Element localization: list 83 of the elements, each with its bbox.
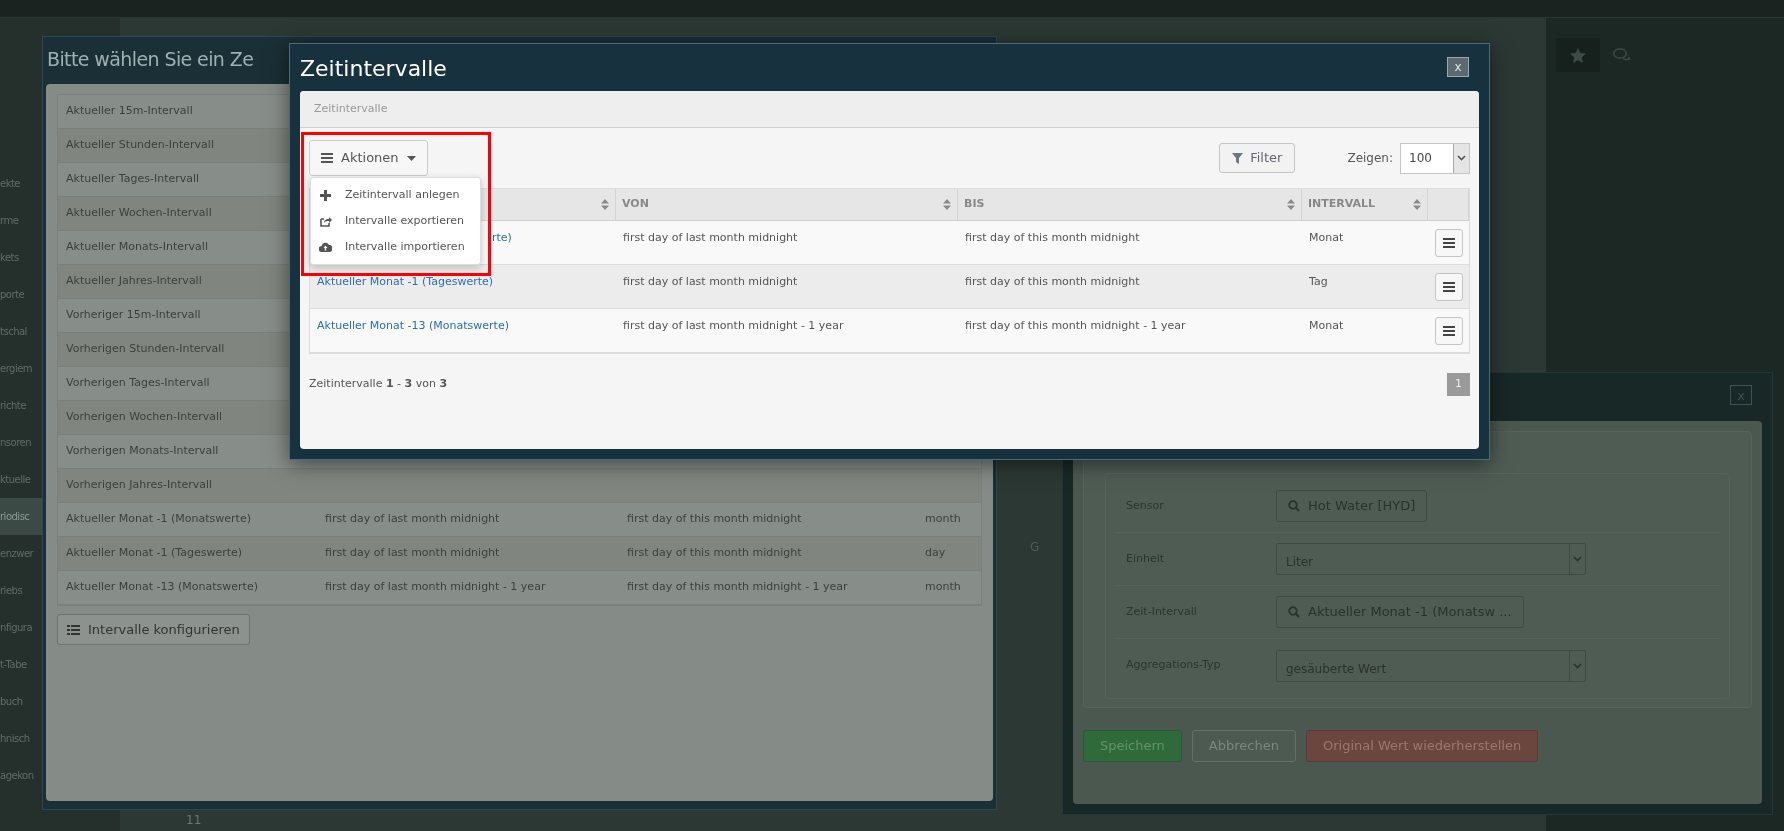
sidebar-item[interactable]: agekon [0, 757, 42, 794]
close-button[interactable]: x [1447, 57, 1469, 77]
caret-icon [406, 155, 416, 161]
list-icon [67, 624, 80, 635]
page-size-label: Zeigen: [1347, 150, 1393, 167]
export-icon [319, 215, 332, 227]
interval-link[interactable]: Aktueller Monat -13 (Monatswerte) [317, 319, 509, 332]
interval-name[interactable]: Aktueller Monat -1 (Tageswerte) [58, 545, 321, 562]
menu-item[interactable]: Intervalle importieren [311, 234, 480, 260]
sidebar-item[interactable]: tschal [0, 313, 42, 350]
page-button[interactable]: 1 [1447, 373, 1470, 396]
dialog-button[interactable]: Speichern [1083, 730, 1182, 762]
table-cell: Monat [1309, 319, 1344, 332]
table-cell: first day of last month midnight - 1 year [623, 319, 844, 332]
pagination-summary: Zeitintervalle 1 - 3 von 3 [309, 376, 448, 393]
table-cell-text: first day of this month midnight [626, 511, 803, 528]
chat-icon [1613, 48, 1631, 62]
sidebar-item[interactable]: kets [0, 239, 42, 276]
table-cell: Monat [1309, 231, 1344, 244]
panel-title: Zeitintervalle [314, 100, 388, 117]
search-icon [1288, 500, 1300, 512]
sidebar-item[interactable]: porte [0, 276, 42, 313]
sidebar-item[interactable]: ktuelle [0, 461, 42, 498]
table-cell-text: first day of this month midnight - 1 year [626, 579, 849, 596]
table-cell: Tag [1309, 275, 1328, 288]
table-cell: first day of last month midnight [623, 275, 798, 288]
sidebar-item[interactable]: riodisc [0, 498, 42, 535]
menu-icon [1442, 281, 1455, 292]
sidebar-item[interactable]: buch [0, 683, 42, 720]
table-cell: first day of this month midnight [965, 231, 1140, 244]
dialog-title: Zeitintervalle [300, 55, 447, 83]
filter-icon [1232, 152, 1244, 164]
table-cell-text: month [924, 579, 961, 596]
sort-icon [1287, 199, 1295, 210]
star-icon [1570, 47, 1586, 63]
sort-icon [601, 199, 609, 210]
chevron-down-icon [1457, 155, 1466, 161]
sidebar-item[interactable]: richte [0, 387, 42, 424]
table-cell: first day of this month midnight - 1 year [965, 319, 1186, 332]
table-cell: first day of last month midnight [623, 231, 798, 244]
cloud-upload-icon [319, 242, 332, 252]
sidebar-item[interactable]: riebs [0, 572, 42, 609]
interval-name[interactable]: Aktueller Monat -1 (Monatswerte) [58, 511, 321, 528]
configure-button[interactable]: Intervalle konfigurieren [57, 614, 250, 645]
sidebar-item[interactable]: ergiem [0, 350, 42, 387]
table-cell-text: month [924, 511, 961, 528]
table-cell-text: day [924, 545, 946, 562]
star-tab[interactable] [1556, 38, 1600, 72]
page-size-select[interactable]: 100 [1400, 142, 1470, 174]
sidebar-item[interactable]: hnisch [0, 720, 42, 757]
menu-icon [1442, 237, 1455, 248]
menu-icon [1442, 325, 1455, 336]
sidebar-item[interactable]: nfigura [0, 609, 42, 646]
interval-name[interactable]: Vorherigen Jahres-Intervall [58, 477, 321, 494]
plus-icon [320, 189, 331, 201]
chevron-down-icon [1573, 662, 1582, 669]
sidebar-item[interactable]: enzwer [0, 535, 42, 572]
filter-button[interactable]: Filter [1219, 143, 1296, 173]
interval-link[interactable]: rte) [492, 231, 512, 244]
row-menu-button[interactable] [1434, 316, 1463, 345]
row-number: 11 [186, 813, 202, 827]
sidebar-item[interactable]: nsoren [0, 424, 42, 461]
table-cell-text: first day of this month midnight [626, 545, 803, 562]
chevron-down-icon [1573, 556, 1582, 562]
menu-item[interactable]: Intervalle exportieren [311, 208, 480, 234]
interval-name[interactable]: Aktueller Monat -13 (Monatswerte) [58, 579, 321, 596]
actions-button[interactable]: Aktionen [309, 140, 428, 176]
interval-link[interactable]: Aktueller Monat -1 (Tageswerte) [317, 275, 494, 288]
sort-icon [1413, 199, 1421, 210]
search-icon [1288, 606, 1300, 618]
table-cell-text: first day of last month midnight [324, 545, 501, 562]
dialog-title: Bitte wählen Sie ein Ze [47, 47, 254, 72]
row-menu-button[interactable] [1434, 272, 1463, 301]
sort-icon [943, 199, 951, 210]
table-cell-text: first day of last month midnight - 1 year [324, 579, 547, 596]
row-menu-button[interactable] [1434, 228, 1463, 257]
table-cell: first day of this month midnight [965, 275, 1140, 288]
sidebar-item[interactable]: ekte [0, 165, 42, 202]
sidebar-item[interactable]: rme [0, 202, 42, 239]
menu-icon [321, 153, 333, 163]
table-cell-text: first day of last month midnight [324, 511, 501, 528]
menu-item[interactable]: Zeitintervall anlegen [311, 182, 480, 208]
sidebar-item[interactable]: t-Tabe [0, 646, 42, 683]
